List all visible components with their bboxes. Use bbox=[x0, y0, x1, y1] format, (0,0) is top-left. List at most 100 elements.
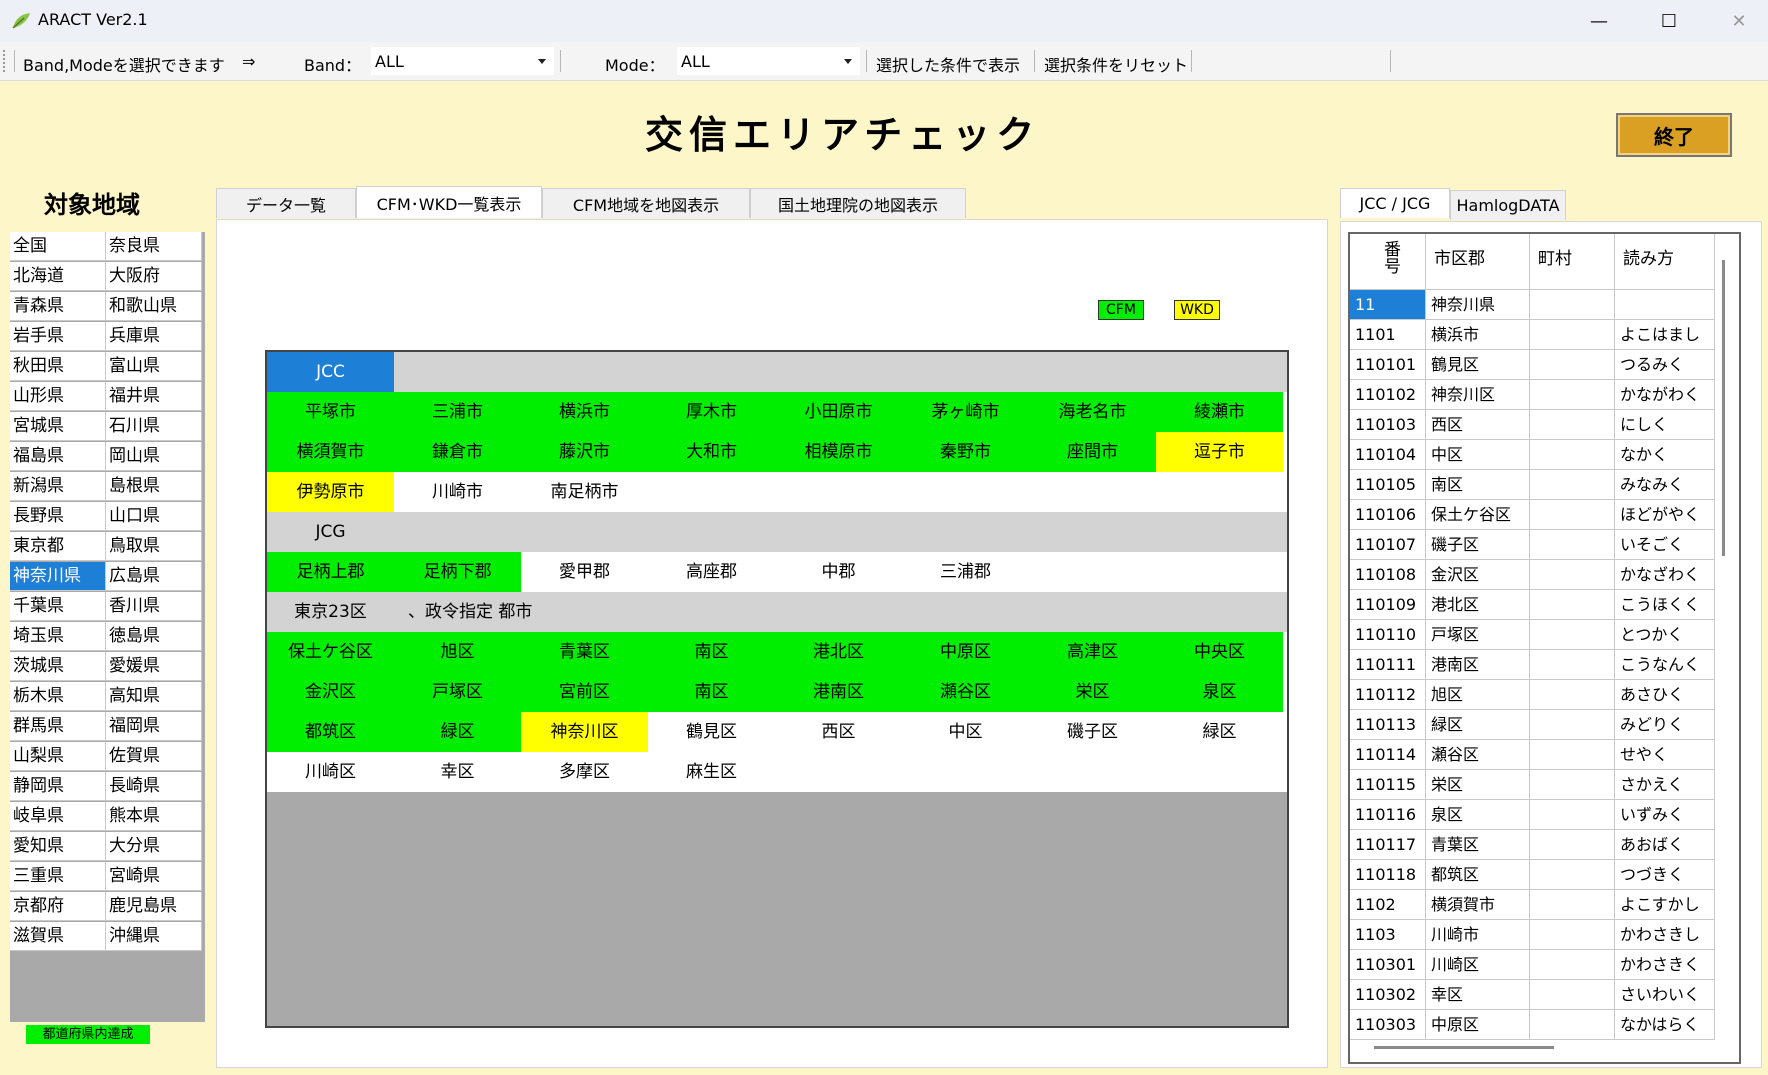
prefecture-item[interactable]: 島根県 bbox=[106, 472, 202, 501]
area-cell[interactable]: 鶴見区 bbox=[648, 712, 775, 752]
area-cell[interactable] bbox=[775, 472, 902, 512]
mode-select[interactable]: ALL bbox=[677, 47, 860, 75]
table-cell[interactable]: にしく bbox=[1615, 410, 1715, 440]
area-cell[interactable]: 港南区 bbox=[775, 672, 902, 712]
prefecture-item[interactable]: 岐阜県 bbox=[10, 802, 106, 831]
table-cell[interactable] bbox=[1530, 560, 1615, 590]
table-row[interactable]: 110117 青葉区 あおばく bbox=[1350, 830, 1715, 860]
table-row[interactable]: 110109 港北区 こうほくく bbox=[1350, 590, 1715, 620]
area-cell[interactable]: 麻生区 bbox=[648, 752, 775, 792]
prefecture-item[interactable]: 埼玉県 bbox=[10, 622, 106, 651]
area-cell[interactable] bbox=[1029, 552, 1156, 592]
area-cell[interactable]: 三浦市 bbox=[394, 392, 521, 432]
table-row[interactable]: 110118 都筑区 つづきく bbox=[1350, 860, 1715, 890]
prefecture-item[interactable]: 秋田県 bbox=[10, 352, 106, 381]
prefecture-item[interactable]: 大阪府 bbox=[106, 262, 202, 291]
table-cell[interactable] bbox=[1530, 980, 1615, 1010]
table-row[interactable]: 110301 川崎区 かわさきく bbox=[1350, 950, 1715, 980]
area-cell[interactable]: 茅ヶ崎市 bbox=[902, 392, 1029, 432]
table-cell[interactable] bbox=[1530, 440, 1615, 470]
table-cell[interactable]: 110111 bbox=[1350, 650, 1426, 680]
table-cell[interactable]: 110115 bbox=[1350, 770, 1426, 800]
table-row[interactable]: 110303 中原区 なかはらく bbox=[1350, 1010, 1715, 1040]
table-cell[interactable]: 旭区 bbox=[1426, 680, 1530, 710]
area-cell[interactable]: 泉区 bbox=[1156, 672, 1283, 712]
table-cell[interactable]: かわさきく bbox=[1615, 950, 1715, 980]
table-row[interactable]: 11 神奈川県 bbox=[1350, 290, 1715, 320]
area-cell[interactable]: 金沢区 bbox=[267, 672, 394, 712]
table-header-cell[interactable]: 番号 bbox=[1350, 234, 1426, 290]
area-cell[interactable] bbox=[1156, 552, 1283, 592]
table-cell[interactable]: みなみく bbox=[1615, 470, 1715, 500]
prefecture-item[interactable]: 滋賀県 bbox=[10, 922, 106, 951]
area-cell[interactable] bbox=[902, 472, 1029, 512]
prefecture-item[interactable]: 群馬県 bbox=[10, 712, 106, 741]
table-cell[interactable]: 110112 bbox=[1350, 680, 1426, 710]
area-cell[interactable]: 中区 bbox=[902, 712, 1029, 752]
right-tab-item[interactable]: JCC / JCG bbox=[1340, 188, 1450, 218]
table-cell[interactable]: 戸塚区 bbox=[1426, 620, 1530, 650]
table-cell[interactable]: 栄区 bbox=[1426, 770, 1530, 800]
table-cell[interactable]: 1101 bbox=[1350, 320, 1426, 350]
area-cell[interactable]: 西区 bbox=[775, 712, 902, 752]
prefecture-item[interactable]: 山梨県 bbox=[10, 742, 106, 771]
table-cell[interactable]: 横須賀市 bbox=[1426, 890, 1530, 920]
area-cell[interactable] bbox=[775, 752, 902, 792]
prefecture-item[interactable]: 山口県 bbox=[106, 502, 202, 531]
table-cell[interactable]: よこはまし bbox=[1615, 320, 1715, 350]
prefecture-item[interactable]: 鹿児島県 bbox=[106, 892, 202, 921]
table-cell[interactable] bbox=[1530, 470, 1615, 500]
table-cell[interactable]: 110106 bbox=[1350, 500, 1426, 530]
area-cell[interactable]: 逗子市 bbox=[1156, 432, 1283, 472]
area-cell[interactable]: 宮前区 bbox=[521, 672, 648, 712]
prefecture-item[interactable]: 静岡県 bbox=[10, 772, 106, 801]
prefecture-item[interactable]: 大分県 bbox=[106, 832, 202, 861]
table-cell[interactable]: いそごく bbox=[1615, 530, 1715, 560]
table-cell[interactable] bbox=[1530, 890, 1615, 920]
table-cell[interactable] bbox=[1530, 680, 1615, 710]
table-cell[interactable] bbox=[1530, 320, 1615, 350]
table-cell[interactable]: 川崎市 bbox=[1426, 920, 1530, 950]
table-row[interactable]: 1101 横浜市 よこはまし bbox=[1350, 320, 1715, 350]
area-cell[interactable]: 高座郡 bbox=[648, 552, 775, 592]
area-cell[interactable]: 幸区 bbox=[394, 752, 521, 792]
reset-filter-button[interactable]: 選択条件をリセット bbox=[1044, 52, 1188, 76]
table-cell[interactable]: 中原区 bbox=[1426, 1010, 1530, 1040]
table-cell[interactable]: 川崎区 bbox=[1426, 950, 1530, 980]
area-cell[interactable]: 厚木市 bbox=[648, 392, 775, 432]
table-cell[interactable]: 西区 bbox=[1426, 410, 1530, 440]
table-row[interactable]: 110116 泉区 いずみく bbox=[1350, 800, 1715, 830]
prefecture-item[interactable]: 熊本県 bbox=[106, 802, 202, 831]
area-cell[interactable]: 磯子区 bbox=[1029, 712, 1156, 752]
area-cell[interactable]: 保土ケ谷区 bbox=[267, 632, 394, 672]
table-cell[interactable] bbox=[1530, 920, 1615, 950]
vertical-scrollbar[interactable] bbox=[1722, 260, 1725, 556]
area-cell[interactable] bbox=[1156, 472, 1283, 512]
table-cell[interactable]: なかく bbox=[1615, 440, 1715, 470]
table-row[interactable]: 1103 川崎市 かわさきし bbox=[1350, 920, 1715, 950]
table-row[interactable]: 110101 鶴見区 つるみく bbox=[1350, 350, 1715, 380]
table-cell[interactable]: なかはらく bbox=[1615, 1010, 1715, 1040]
table-cell[interactable] bbox=[1530, 800, 1615, 830]
table-cell[interactable]: 青葉区 bbox=[1426, 830, 1530, 860]
area-cell[interactable]: 伊勢原市 bbox=[267, 472, 394, 512]
area-cell[interactable]: 座間市 bbox=[1029, 432, 1156, 472]
table-row[interactable]: 110105 南区 みなみく bbox=[1350, 470, 1715, 500]
prefecture-item[interactable]: 富山県 bbox=[106, 352, 202, 381]
area-cell[interactable]: 足柄上郡 bbox=[267, 552, 394, 592]
tab-item[interactable]: CFM･WKD一覧表示 bbox=[356, 186, 542, 218]
area-cell[interactable]: 小田原市 bbox=[775, 392, 902, 432]
area-cell[interactable]: 海老名市 bbox=[1029, 392, 1156, 432]
table-header-cell[interactable]: 町村 bbox=[1530, 234, 1615, 290]
table-cell[interactable]: 1103 bbox=[1350, 920, 1426, 950]
table-cell[interactable]: 110107 bbox=[1350, 530, 1426, 560]
area-cell[interactable]: 藤沢市 bbox=[521, 432, 648, 472]
prefecture-item[interactable]: 愛媛県 bbox=[106, 652, 202, 681]
table-cell[interactable]: 110103 bbox=[1350, 410, 1426, 440]
table-row[interactable]: 110111 港南区 こうなんく bbox=[1350, 650, 1715, 680]
table-cell[interactable]: よこすかし bbox=[1615, 890, 1715, 920]
table-cell[interactable] bbox=[1530, 770, 1615, 800]
table-cell[interactable]: 神奈川県 bbox=[1426, 290, 1530, 320]
prefecture-item[interactable]: 佐賀県 bbox=[106, 742, 202, 771]
table-cell[interactable] bbox=[1530, 380, 1615, 410]
